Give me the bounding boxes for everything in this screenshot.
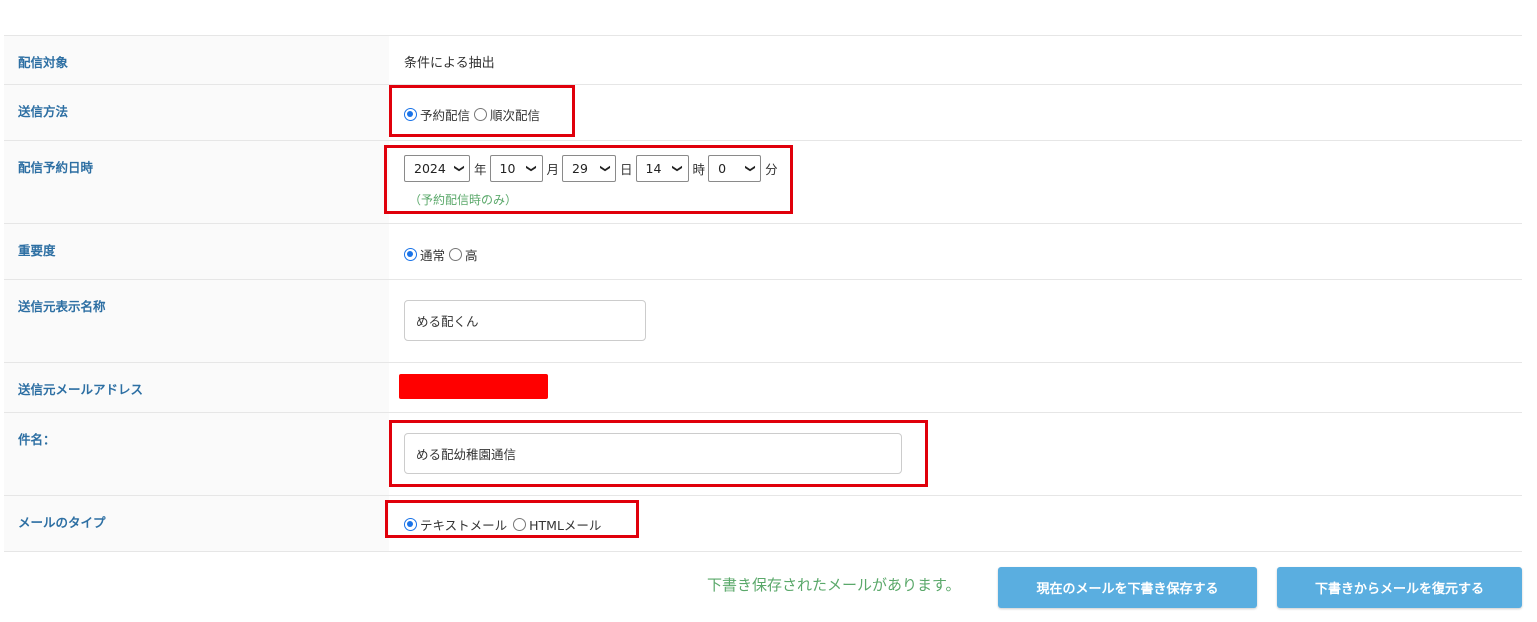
send-method-radio-group: 予約配信 順次配信 (404, 105, 544, 124)
chevron-down-icon: ❯ (744, 164, 756, 173)
mail-type-text-label[interactable]: テキストメール (420, 515, 507, 534)
importance-normal-label[interactable]: 通常 (420, 245, 445, 264)
importance-radio-group: 通常 高 (404, 245, 482, 264)
minute-select[interactable]: 0 ❯ (708, 155, 762, 182)
redacted-email-block (399, 374, 548, 399)
mail-type-label: メールのタイプ (4, 496, 389, 551)
day-select[interactable]: 29 ❯ (562, 155, 617, 182)
year-select[interactable]: 2024 ❯ (404, 155, 470, 182)
chevron-down-icon: ❯ (453, 164, 465, 173)
hour-select[interactable]: 14 ❯ (635, 155, 689, 182)
importance-label: 重要度 (4, 224, 389, 279)
sender-name-label: 送信元表示名称 (4, 280, 389, 362)
send-method-label: 送信方法 (4, 85, 389, 140)
restore-draft-button[interactable]: 下書きからメールを復元する (1277, 567, 1522, 608)
year-unit: 年 (474, 162, 487, 177)
month-unit: 月 (546, 162, 560, 177)
send-method-sequential-label[interactable]: 順次配信 (490, 105, 540, 124)
schedule-label: 配信予約日時 (4, 141, 389, 223)
importance-high-label[interactable]: 高 (465, 245, 478, 264)
send-method-sequential-radio[interactable] (474, 108, 488, 121)
mail-type-text-radio[interactable] (404, 518, 417, 531)
row-send-method: 送信方法 予約配信 順次配信 (4, 84, 1522, 140)
sender-name-value: める配くん (416, 314, 479, 329)
row-delivery-target: 配信対象 条件による抽出 (4, 35, 1522, 84)
subject-label: 件名： (4, 413, 389, 495)
minute-select-value: 0 (718, 161, 727, 176)
subject-value: める配幼稚園通信 (416, 447, 517, 462)
chevron-down-icon: ❯ (671, 164, 683, 173)
mail-type-html-label[interactable]: HTMLメール (529, 515, 601, 534)
day-unit: 日 (620, 162, 633, 177)
mail-type-html-radio[interactable] (513, 518, 527, 531)
schedule-selects: 2024 ❯ 年 10 ❯ 月 29 ❯ 日 14 ❯ 時 0 ❯ 分 (404, 155, 781, 182)
delivery-target-value: 条件による抽出 (404, 56, 495, 71)
year-select-value: 2024 (414, 161, 446, 176)
row-sender-name: 送信元表示名称 める配くん (4, 279, 1522, 362)
delivery-target-label: 配信対象 (4, 36, 389, 84)
importance-high-radio[interactable] (449, 248, 463, 261)
save-draft-button[interactable]: 現在のメールを下書き保存する (998, 567, 1257, 608)
send-method-scheduled-label[interactable]: 予約配信 (420, 105, 470, 124)
sender-address-label: 送信元メールアドレス (4, 363, 389, 412)
mail-settings-form: 配信対象 条件による抽出 送信方法 予約配信 順次配信 配信予約日時 2024 … (4, 35, 1522, 552)
mail-type-radio-group: テキストメール HTMLメール (404, 515, 605, 534)
hour-unit: 時 (692, 162, 706, 177)
send-method-scheduled-radio[interactable] (404, 108, 417, 121)
month-select[interactable]: 10 ❯ (489, 155, 543, 182)
sender-name-input[interactable]: める配くん (404, 300, 646, 341)
row-sender-address: 送信元メールアドレス (4, 362, 1522, 412)
row-subject: 件名： める配幼稚園通信 (4, 412, 1522, 495)
day-select-value: 29 (572, 161, 588, 176)
schedule-note: （予約配信時のみ） (409, 193, 518, 207)
draft-exists-message: 下書き保存されたメールがあります。 (707, 576, 961, 594)
minute-unit: 分 (765, 162, 778, 177)
subject-input[interactable]: める配幼稚園通信 (404, 433, 902, 474)
row-schedule: 配信予約日時 2024 ❯ 年 10 ❯ 月 29 ❯ 日 14 ❯ 時 0 ❯… (4, 140, 1522, 223)
chevron-down-icon: ❯ (525, 164, 537, 173)
row-mail-type: メールのタイプ テキストメール HTMLメール (4, 495, 1522, 552)
hour-select-value: 14 (645, 161, 662, 176)
importance-normal-radio[interactable] (404, 248, 417, 261)
row-importance: 重要度 通常 高 (4, 223, 1522, 279)
chevron-down-icon: ❯ (599, 164, 611, 173)
month-select-value: 10 (499, 161, 516, 176)
